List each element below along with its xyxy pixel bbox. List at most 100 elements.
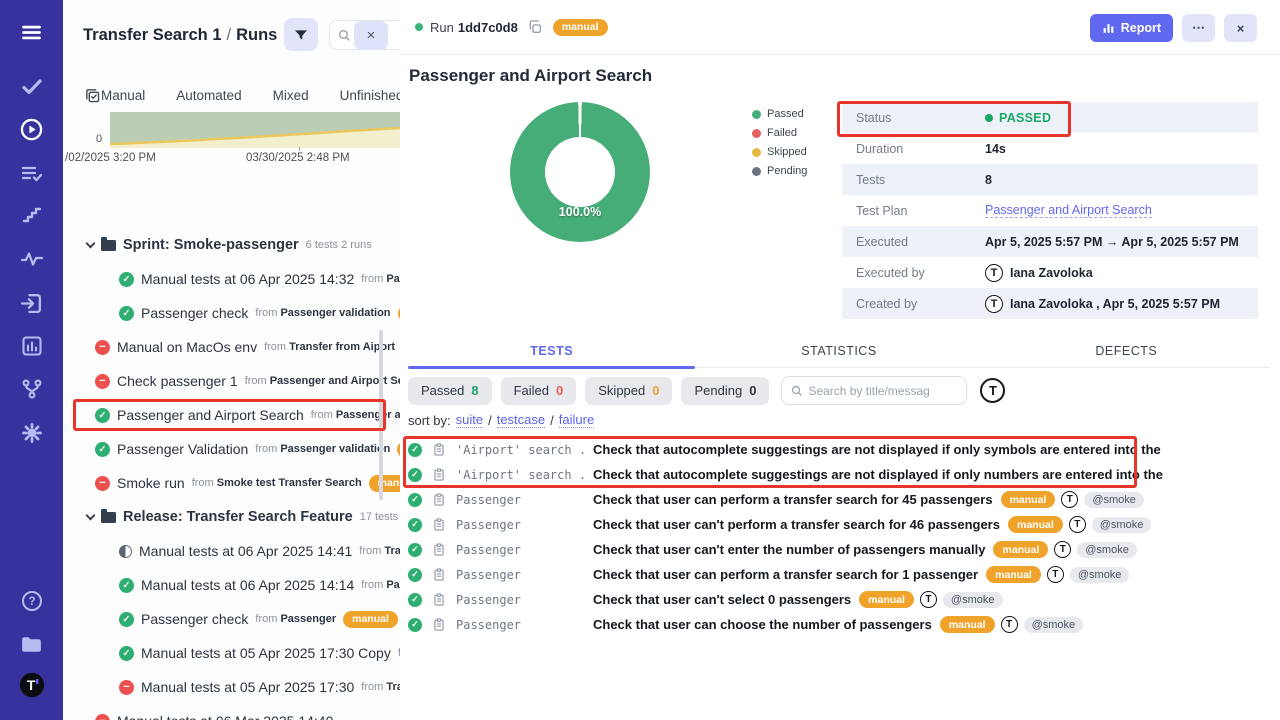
list-check-icon[interactable]	[19, 160, 45, 186]
tree-scrollbar[interactable]	[379, 330, 383, 500]
manual-badge: manual	[986, 566, 1041, 583]
breadcrumb-separator: /	[222, 26, 237, 44]
source-name: Passenger and	[336, 409, 400, 421]
suite-name: 'Airport' search ...	[456, 468, 588, 482]
clipboard-icon	[432, 592, 446, 607]
plan-label: Test Plan	[842, 204, 985, 218]
tree-run-item[interactable]: Passenger Validation from Passenger vali…	[63, 432, 400, 466]
test-row[interactable]: Passenger Check that user can't select 0…	[400, 587, 1280, 612]
page-title: Passenger and Airport Search	[409, 66, 652, 86]
run-status-icon	[95, 408, 110, 423]
status-badge: PASSED	[985, 111, 1051, 125]
tree-run-item[interactable]: Manual tests at 05 Apr 2025 17:30 from T…	[63, 670, 400, 704]
filter-passed-pill[interactable]: Passed8	[408, 377, 492, 405]
tree-run-item[interactable]: Manual on MacOs env from Transfer from A…	[63, 330, 400, 364]
play-circle-icon[interactable]	[19, 116, 45, 142]
tree-run-item[interactable]: Passenger and Airport Search from Passen…	[63, 398, 400, 432]
runs-type-tabs: Manual Automated Mixed Unfinished	[63, 78, 400, 112]
tab-statistics[interactable]: STATISTICS	[695, 338, 982, 367]
sort-failure-link[interactable]: failure	[559, 412, 594, 428]
chevron-down-icon[interactable]	[86, 238, 96, 248]
select-all-icon[interactable]	[84, 87, 101, 104]
author-avatar: T	[1054, 541, 1071, 558]
filter-failed-pill[interactable]: Failed0	[501, 377, 577, 405]
tab-automated[interactable]: Automated	[176, 88, 241, 103]
copy-icon[interactable]	[527, 19, 543, 35]
smoke-tag: @smoke	[1024, 617, 1084, 633]
test-row[interactable]: Passenger Check that user can choose the…	[400, 612, 1280, 637]
run-status-icon	[119, 680, 134, 695]
sort-separator: /	[550, 413, 554, 428]
help-icon[interactable]: ?	[19, 588, 45, 614]
passed-check-icon	[408, 618, 422, 632]
run-source: from Transfer from Aiport	[264, 341, 395, 353]
sort-suite-link[interactable]: suite	[456, 412, 483, 428]
tree-run-item[interactable]: Manual tests at 06 Apr 2025 14:32 from P…	[63, 262, 400, 296]
bar-chart-icon[interactable]	[19, 333, 45, 359]
tests-search-box[interactable]	[781, 376, 967, 405]
run-source: from Pass	[361, 579, 400, 591]
from-label: from	[264, 341, 286, 353]
run-status-dot	[415, 23, 423, 31]
sign-in-icon[interactable]	[19, 290, 45, 316]
tab-mixed[interactable]: Mixed	[273, 88, 309, 103]
more-button[interactable]: ⋯	[1182, 14, 1215, 42]
executed-by-value: Iana Zavoloka	[1010, 266, 1093, 280]
tab-unfinished[interactable]: Unfinished	[340, 88, 400, 103]
report-button[interactable]: Report	[1090, 14, 1173, 42]
filter-skipped-pill[interactable]: Skipped0	[585, 377, 672, 405]
suite-name: Passenger	[456, 568, 588, 582]
activity-icon[interactable]	[19, 246, 45, 272]
close-search-button[interactable]: ×	[354, 21, 388, 50]
menu-icon[interactable]	[19, 19, 45, 45]
gear-icon[interactable]	[19, 420, 45, 446]
tree-run-item[interactable]: Manual tests at 05 Apr 2025 17:30 Copy f…	[63, 636, 400, 670]
tree-run-item[interactable]: Manual tests at 06 Mar 2025 14:40	[63, 704, 400, 720]
check-icon[interactable]	[19, 73, 45, 99]
tree-run-item[interactable]: Release: Transfer Search Feature 17 test…	[63, 500, 400, 534]
sort-testcase-link[interactable]: testcase	[497, 412, 545, 428]
tree-run-item[interactable]: Manual tests at 06 Apr 2025 14:14 from P…	[63, 568, 400, 602]
test-plan-link[interactable]: Passenger and Airport Search	[985, 203, 1152, 218]
tab-defects[interactable]: DEFECTS	[983, 338, 1270, 367]
filter-button[interactable]	[284, 18, 318, 51]
test-row[interactable]: Passenger Check that user can't enter th…	[400, 537, 1280, 562]
branch-icon[interactable]	[19, 376, 45, 402]
run-title: Manual tests at 05 Apr 2025 17:30 Copy	[141, 645, 391, 661]
source-name: Tran	[386, 681, 400, 693]
filter-pending-pill[interactable]: Pending0	[681, 377, 769, 405]
tree-run-item[interactable]: Check passenger 1 from Passenger and Air…	[63, 364, 400, 398]
test-row[interactable]: Passenger Check that user can perform a …	[400, 562, 1280, 587]
folder-icon	[101, 512, 116, 523]
close-run-button[interactable]: ×	[1224, 14, 1257, 42]
tab-tests[interactable]: TESTS	[408, 338, 695, 367]
suite-name: 'Airport' search ...	[456, 443, 588, 457]
tree-run-item[interactable]: Sprint: Smoke-passenger 6 tests 2 runs	[63, 228, 400, 262]
passed-check-icon	[408, 493, 422, 507]
suite-name: Passenger	[456, 518, 588, 532]
test-row[interactable]: 'Airport' search ... Check that autocomp…	[400, 437, 1280, 462]
test-row[interactable]: Passenger Check that user can perform a …	[400, 487, 1280, 512]
tree-run-item[interactable]: Passenger check from Passenger manual 6	[63, 602, 400, 636]
test-row[interactable]: 'Airport' search ... Check that autocomp…	[400, 462, 1280, 487]
from-label: from	[361, 579, 383, 591]
run-title: Manual on MacOs env	[117, 339, 257, 355]
tab-manual[interactable]: Manual	[101, 88, 145, 103]
info-row-duration: Duration 14s	[842, 133, 1258, 164]
run-id: 1dd7c0d8	[458, 20, 518, 35]
smoke-tag: @smoke	[1070, 567, 1130, 583]
stairs-icon[interactable]	[19, 203, 45, 229]
folder-icon[interactable]	[19, 631, 45, 657]
assignee-filter-button[interactable]: T	[980, 378, 1005, 403]
tree-run-item[interactable]: Passenger check from Passenger validatio…	[63, 296, 400, 330]
tree-run-item[interactable]: Manual tests at 06 Apr 2025 14:41 from T…	[63, 534, 400, 568]
runs-trend-chart: 0 /02/2025 3:20 PM 03/30/2025 2:48 PM	[63, 108, 400, 178]
breadcrumb-project[interactable]: Transfer Search 1	[83, 26, 222, 44]
tree-run-item[interactable]: Smoke run from Smoke test Transfer Searc…	[63, 466, 400, 500]
logo-t-icon[interactable]: T	[19, 672, 45, 698]
runs-panel: Transfer Search 1/Runs × Manual Automate…	[63, 0, 400, 720]
folder-icon	[101, 240, 116, 251]
chevron-down-icon[interactable]	[86, 510, 96, 520]
test-row[interactable]: Passenger Check that user can't perform …	[400, 512, 1280, 537]
tests-search-input[interactable]	[808, 384, 966, 398]
